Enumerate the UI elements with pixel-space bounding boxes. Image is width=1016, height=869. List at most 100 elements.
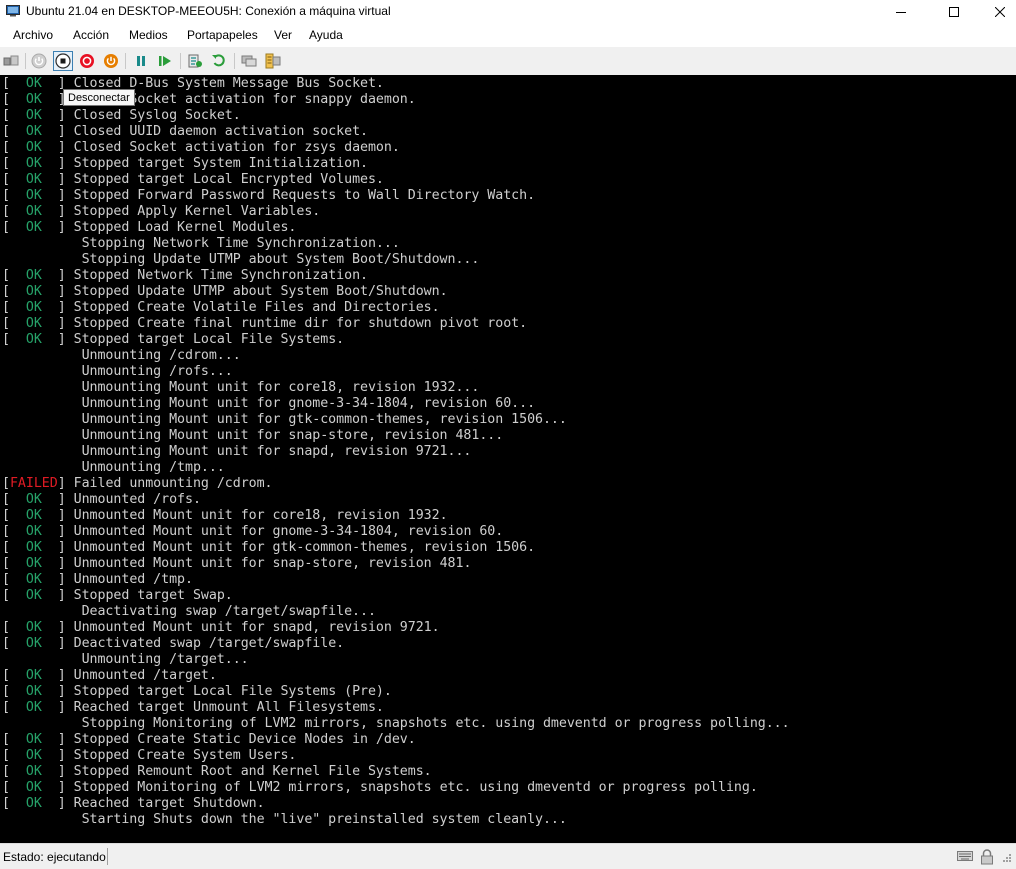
- status-ok: [ OK ]: [2, 220, 74, 235]
- status-ok: [ OK ]: [2, 572, 74, 587]
- status-ok: [ OK ]: [2, 508, 74, 523]
- status-ok: [ OK ]: [2, 780, 74, 795]
- maximize-button[interactable]: [931, 0, 977, 23]
- resize-grip-icon[interactable]: [1000, 853, 1012, 865]
- console-line-text: Stopped target Swap.: [73, 588, 233, 603]
- console-line: Starting Shuts down the "live" preinstal…: [2, 812, 567, 828]
- status-blank: [2, 428, 82, 443]
- resume-button[interactable]: [155, 51, 175, 71]
- turn-off-button[interactable]: [53, 51, 73, 71]
- status-ok-label: OK: [25, 796, 42, 811]
- console-line: [ OK ] Stopped Monitoring of LVM2 mirror…: [2, 780, 758, 796]
- status-ok-label: OK: [25, 556, 42, 571]
- console-line-text: Stopped Create final runtime dir for shu…: [73, 316, 528, 331]
- checkpoint-button[interactable]: [185, 51, 205, 71]
- start-button[interactable]: [29, 51, 49, 71]
- menu-accion[interactable]: Acción: [73, 28, 109, 42]
- console-line-text: Stopped Create Static Device Nodes in /d…: [73, 732, 416, 747]
- console-line-text: Stopped target Local Encrypted Volumes.: [73, 172, 384, 187]
- console-line: [ OK ] Unmounted Mount unit for gtk-comm…: [2, 540, 535, 556]
- console-line-text: Deactivating swap /target/swapfile...: [81, 604, 376, 619]
- console-line-text: Unmounting Mount unit for gtk-common-the…: [81, 412, 567, 427]
- status-ok: [ OK ]: [2, 156, 74, 171]
- console-line-text: Unmounted Mount unit for snap-store, rev…: [73, 556, 472, 571]
- status-ok-label: OK: [25, 748, 42, 763]
- checkpoint-icon: [188, 54, 202, 68]
- shutdown-button[interactable]: [77, 51, 97, 71]
- status-ok: [ OK ]: [2, 140, 74, 155]
- console-line: [ OK ] Stopped Remount Root and Kernel F…: [2, 764, 432, 780]
- console-line-text: Stopping Monitoring of LVM2 mirrors, sna…: [81, 716, 790, 731]
- status-ok: [ OK ]: [2, 524, 74, 539]
- minimize-button[interactable]: [878, 0, 924, 23]
- console-line-text: Unmounted /tmp.: [73, 572, 193, 587]
- zoom-icon: [265, 53, 281, 69]
- revert-button[interactable]: [209, 51, 229, 71]
- status-ok: [ OK ]: [2, 284, 74, 299]
- status-ok-label: OK: [25, 140, 42, 155]
- console-line-text: Unmounted /target.: [73, 668, 217, 683]
- console-line-text: Closed Socket activation for zsys daemon…: [73, 140, 400, 155]
- status-ok: [ OK ]: [2, 668, 74, 683]
- menu-medios[interactable]: Medios: [129, 28, 168, 42]
- menu-archivo[interactable]: Archivo: [13, 28, 53, 42]
- console-line-text: Stopped Update UTMP about System Boot/Sh…: [73, 284, 448, 299]
- console-line-text: Unmounting /cdrom...: [81, 348, 241, 363]
- console-line: Stopping Monitoring of LVM2 mirrors, sna…: [2, 716, 790, 732]
- console-line-text: Stopped Remount Root and Kernel File Sys…: [73, 764, 432, 779]
- status-blank: [2, 812, 82, 827]
- vm-connection-icon: [6, 5, 20, 17]
- status-ok: [ OK ]: [2, 172, 74, 187]
- console-line-text: Closed Syslog Socket.: [73, 108, 241, 123]
- console-line-text: Stopped Create Volatile Files and Direct…: [73, 300, 440, 315]
- status-ok: [ OK ]: [2, 764, 74, 779]
- zoom-button[interactable]: [263, 51, 283, 71]
- status-ok-label: OK: [25, 636, 42, 651]
- status-separator: [107, 848, 108, 865]
- enhanced-session-button[interactable]: [239, 51, 259, 71]
- console-line-text: Closed UUID daemon activation socket.: [73, 124, 368, 139]
- status-failed: [FAILED]: [2, 476, 74, 491]
- power-button[interactable]: [101, 51, 121, 71]
- status-ok: [ OK ]: [2, 124, 74, 139]
- status-ok-label: OK: [25, 540, 42, 555]
- console-line-text: Unmounting /rofs...: [81, 364, 233, 379]
- status-ok: [ OK ]: [2, 748, 74, 763]
- status-ok: [ OK ]: [2, 636, 74, 651]
- console-line: Unmounting Mount unit for core18, revisi…: [2, 380, 480, 396]
- status-ok: [ OK ]: [2, 188, 74, 203]
- pause-button[interactable]: [131, 51, 151, 71]
- console-line-text: Unmounting Mount unit for snap-store, re…: [81, 428, 504, 443]
- status-blank: [2, 396, 82, 411]
- turn-off-icon: [55, 53, 71, 69]
- toolbar-separator: [25, 53, 26, 69]
- window-title: Ubuntu 21.04 en DESKTOP-MEEOU5H: Conexió…: [26, 4, 391, 18]
- maximize-icon: [949, 6, 959, 17]
- console-line-text: Stopped target Local File Systems (Pre).: [73, 684, 392, 699]
- console-line: Deactivating swap /target/swapfile...: [2, 604, 376, 620]
- console-line: [ OK ] Unmounted /target.: [2, 668, 217, 684]
- console-line: [ OK ] Reached target Shutdown.: [2, 796, 265, 812]
- status-ok: [ OK ]: [2, 300, 74, 315]
- console-line: [ OK ] Closed UUID daemon activation soc…: [2, 124, 368, 140]
- vm-console-screen[interactable]: [ OK ] Closed D-Bus System Message Bus S…: [0, 75, 1016, 843]
- console-line: [ OK ] Stopped Create final runtime dir …: [2, 316, 527, 332]
- console-line: [ OK ] Unmounted /tmp.: [2, 572, 193, 588]
- ctrl-alt-del-button[interactable]: [1, 51, 21, 71]
- status-ok-label: OK: [25, 300, 42, 315]
- status-blank: [2, 460, 82, 475]
- console-line-text: Stopped Forward Password Requests to Wal…: [73, 188, 536, 203]
- status-blank: [2, 252, 82, 267]
- console-line-text: Stopped target System Initialization.: [73, 156, 368, 171]
- console-line: Unmounting /target...: [2, 652, 249, 668]
- console-line-text: Failed unmounting /cdrom.: [73, 476, 273, 491]
- status-text: Estado: ejecutando: [3, 850, 106, 864]
- console-line: Unmounting /tmp...: [2, 460, 225, 476]
- menu-ayuda[interactable]: Ayuda: [309, 28, 343, 42]
- close-button[interactable]: [977, 0, 1016, 23]
- menu-ver[interactable]: Ver: [274, 28, 292, 42]
- menu-portapapeles[interactable]: Portapapeles: [187, 28, 258, 42]
- close-icon: [995, 6, 1005, 17]
- console-line: [ OK ] Closed Syslog Socket.: [2, 108, 241, 124]
- status-ok-label: OK: [25, 764, 42, 779]
